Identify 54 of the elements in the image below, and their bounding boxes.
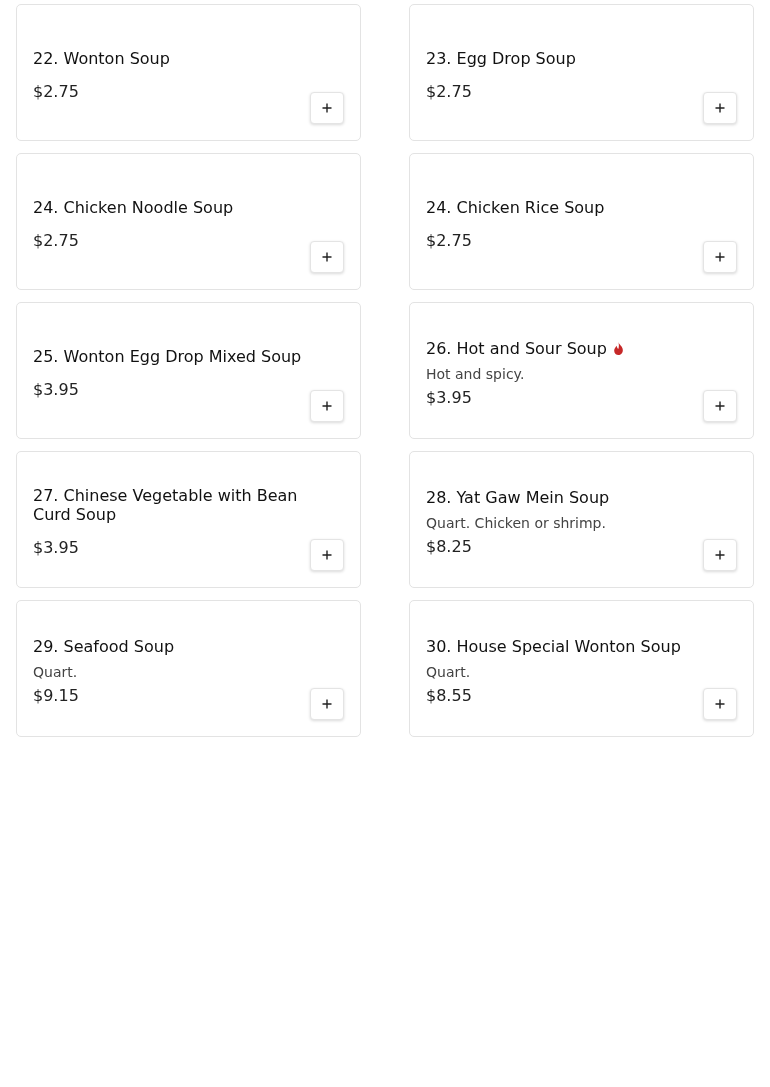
item-description: Quart. Chicken or shrimp. xyxy=(426,514,607,531)
item-price: $3.95 xyxy=(426,387,473,407)
item-price: $2.75 xyxy=(426,230,473,250)
menu-item-card[interactable]: 24. Chicken Noodle Soup $2.75 xyxy=(16,153,361,290)
add-button[interactable] xyxy=(703,390,737,422)
add-button[interactable] xyxy=(310,390,344,422)
item-name: 25. Wonton Egg Drop Mixed Soup xyxy=(33,346,302,366)
item-price: $9.15 xyxy=(33,685,80,705)
menu-item-card[interactable]: 30. House Special Wonton Soup Quart. $8.55 xyxy=(409,600,754,737)
plus-icon xyxy=(322,103,332,113)
item-description: Quart. xyxy=(426,663,472,680)
item-price: $3.95 xyxy=(33,538,80,557)
add-button[interactable] xyxy=(703,539,737,571)
item-name: 29. Seafood Soup xyxy=(33,636,175,656)
menu-item-card[interactable]: 22. Wonton Soup $2.75 xyxy=(16,4,361,141)
item-name: 28. Yat Gaw Mein Soup xyxy=(426,487,610,507)
add-button[interactable] xyxy=(310,688,344,720)
menu-item-card[interactable]: 28. Yat Gaw Mein Soup Quart. Chicken or shrimp. $8.25 xyxy=(409,451,754,588)
item-name: 24. Chicken Rice Soup xyxy=(426,197,605,217)
menu-item-card[interactable]: 25. Wonton Egg Drop Mixed Soup $3.95 xyxy=(16,302,361,439)
item-name: 24. Chicken Noodle Soup xyxy=(33,197,234,217)
menu-item-card[interactable]: 26. Hot and Sour Soup Hot and spicy. $3.95 xyxy=(409,302,754,439)
menu-item-card[interactable]: 24. Chicken Rice Soup $2.75 xyxy=(409,153,754,290)
item-name: 26. Hot and Sour Soup xyxy=(426,338,607,358)
add-button[interactable] xyxy=(703,688,737,720)
item-name: 30. House Special Wonton Soup xyxy=(426,636,681,656)
plus-icon xyxy=(322,699,332,709)
add-button[interactable] xyxy=(310,92,344,124)
item-price: $8.55 xyxy=(426,685,473,705)
item-price: $3.95 xyxy=(33,379,80,399)
menu-item-card[interactable]: 27. Chinese Vegetable with Bean Curd Soup $3.95 xyxy=(16,451,361,588)
add-button[interactable] xyxy=(310,241,344,273)
add-button[interactable] xyxy=(703,92,737,124)
item-price: $2.75 xyxy=(426,81,473,101)
item-description: Quart. xyxy=(33,663,79,680)
item-description: Hot and spicy. xyxy=(426,365,526,382)
plus-icon xyxy=(715,699,725,709)
item-name: 27. Chinese Vegetable with Bean Curd Soup xyxy=(33,486,299,524)
plus-icon xyxy=(715,401,725,411)
item-price: $2.75 xyxy=(33,230,80,250)
plus-icon xyxy=(715,252,725,262)
item-price: $2.75 xyxy=(33,81,80,101)
plus-icon xyxy=(322,401,332,411)
item-price: $8.25 xyxy=(426,536,473,556)
menu-item-card[interactable]: 23. Egg Drop Soup $2.75 xyxy=(409,4,754,141)
add-button[interactable] xyxy=(703,241,737,273)
plus-icon xyxy=(322,550,332,560)
add-button[interactable] xyxy=(310,539,344,571)
plus-icon xyxy=(322,252,332,262)
item-name: 22. Wonton Soup xyxy=(33,48,170,68)
menu-item-card[interactable]: 29. Seafood Soup Quart. $9.15 xyxy=(16,600,361,737)
item-name: 23. Egg Drop Soup xyxy=(426,48,576,68)
plus-icon xyxy=(715,550,725,560)
plus-icon xyxy=(715,103,725,113)
